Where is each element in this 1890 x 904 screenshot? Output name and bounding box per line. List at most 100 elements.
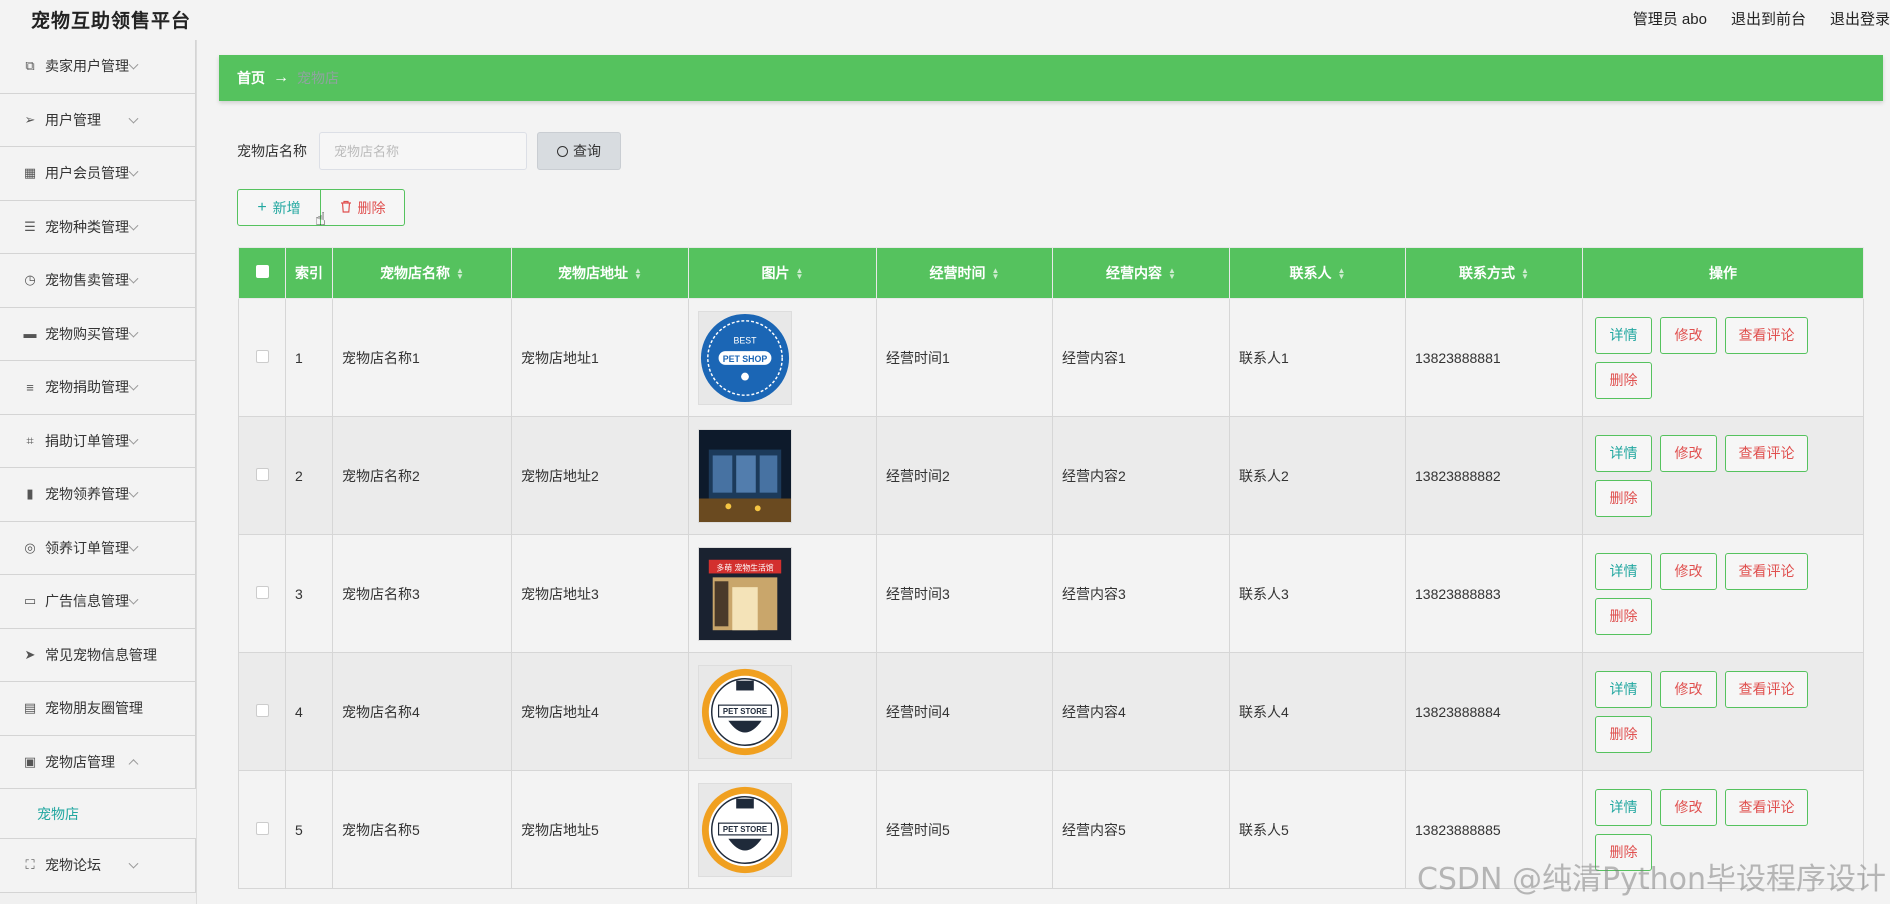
col-time[interactable]: 经营时间 ▲ ▼ [876,247,1053,299]
cell-address: 宠物店地址5 [511,770,689,889]
table-row: 1 宠物店名称1 宠物店地址1 PET SHOP BEST 经营时间1 经营内容1 联系人1 1… [238,298,1864,417]
search-button[interactable]: 查询 [537,132,621,170]
breadcrumb-home[interactable]: 首页 [237,68,265,88]
sidebar-item[interactable]: ➤ 常见宠物信息管理 [0,628,196,682]
cell-ops: 详情 修改 查看评论删除 [1582,534,1864,653]
shop-image[interactable]: 多萌 宠物生活馆 [698,546,876,641]
view-reviews-button[interactable]: 查看评论 [1725,670,1808,708]
sidebar-item[interactable]: ▬ 宠物购买管理 [0,307,196,361]
chevron-icon [128,327,139,338]
add-button[interactable]: + 新增 [237,189,321,226]
col-address-label: 宠物店地址 [558,265,629,281]
cell-phone: 13823888882 [1405,416,1583,535]
sidebar-item[interactable]: ⧉ 卖家用户管理 [0,40,196,94]
row-checkbox[interactable] [255,585,269,599]
sidebar-item[interactable]: ⌗ 捐助订单管理 [0,414,196,468]
sidebar-item[interactable]: ☰ 宠物种类管理 [0,200,196,254]
sort-icon[interactable]: ▲ ▼ [634,267,642,281]
row-checkbox[interactable] [255,349,269,363]
cell-index: 5 [285,770,333,889]
row-delete-button[interactable]: 删除 [1595,361,1652,399]
row-checkbox[interactable] [255,467,269,481]
shop-image[interactable] [698,428,876,523]
sort-icon[interactable]: ▲ ▼ [456,267,464,281]
detail-button[interactable]: 详情 [1595,788,1652,826]
row-checkbox-cell[interactable] [238,534,286,653]
col-phone[interactable]: 联系方式 ▲ ▼ [1405,247,1583,299]
row-delete-button[interactable]: 删除 [1595,479,1652,517]
cell-ops: 详情 修改 查看评论删除 [1582,652,1864,771]
shop-image[interactable]: PET SHOP BEST [698,310,876,405]
sort-icon[interactable]: ▲ ▼ [1338,267,1346,281]
svg-text:PET SHOP: PET SHOP [723,353,768,363]
sort-icon[interactable]: ▲ ▼ [1521,267,1529,281]
view-reviews-button[interactable]: 查看评论 [1725,788,1808,826]
sidebar-item-label: 宠物朋友圈管理 [45,700,143,717]
sidebar-item[interactable]: ▦ 用户会员管理 [0,147,196,201]
detail-button[interactable]: 详情 [1595,670,1652,708]
select-all-checkbox-cell[interactable] [238,247,286,299]
edit-button[interactable]: 修改 [1660,670,1717,708]
sidebar-item-label: 用户会员管理 [45,165,129,182]
edit-button[interactable]: 修改 [1660,788,1717,826]
edit-button[interactable]: 修改 [1660,552,1717,590]
sidebar-subitem-petshop[interactable]: 宠物店 [0,789,196,839]
cell-time: 经营时间3 [876,534,1053,653]
batch-delete-button[interactable]: 删除 [321,189,405,226]
select-all-checkbox[interactable] [255,265,269,278]
shop-image[interactable]: PET STORE [698,664,876,759]
cell-content: 经营内容3 [1052,534,1230,653]
sidebar-item[interactable]: ◷ 宠物售卖管理 [0,254,196,308]
sidebar-item[interactable]: ▭ 广告信息管理 [0,575,196,629]
sidebar-item[interactable]: ▮ 宠物领养管理 [0,468,196,522]
row-checkbox-cell[interactable] [238,770,286,889]
col-time-label: 经营时间 [929,265,986,281]
cell-contact: 联系人1 [1229,298,1406,417]
chevron-icon [128,434,139,445]
logout-link[interactable]: 退出登录 [1830,8,1890,29]
row-checkbox[interactable] [255,821,269,835]
batch-delete-label: 删除 [357,199,386,216]
sidebar-item[interactable]: ≡ 宠物捐助管理 [0,361,196,415]
edit-button[interactable]: 修改 [1660,316,1717,354]
col-address[interactable]: 宠物店地址 ▲ ▼ [511,247,689,299]
sort-icon[interactable]: ▲ ▼ [1168,267,1176,281]
col-image[interactable]: 图片 ▲ ▼ [688,247,877,299]
chevron-icon [128,594,139,605]
sidebar-item[interactable]: ▤ 宠物朋友圈管理 [0,682,196,736]
row-checkbox-cell[interactable] [238,652,286,771]
sidebar-item[interactable]: ◎ 领养订单管理 [0,521,196,575]
search-input[interactable] [319,132,527,170]
sidebar-item[interactable]: ➢ 用户管理 [0,93,196,147]
view-reviews-button[interactable]: 查看评论 [1725,316,1808,354]
shop-image[interactable]: PET STORE [698,782,876,877]
col-name[interactable]: 宠物店名称 ▲ ▼ [332,247,512,299]
sort-icon[interactable]: ▲ ▼ [796,267,804,281]
send-icon: ➢ [24,111,36,127]
row-checkbox-cell[interactable] [238,416,286,535]
sidebar-item[interactable]: ▣ 宠物店管理 [0,735,196,789]
col-contact[interactable]: 联系人 ▲ ▼ [1229,247,1406,299]
sidebar-item-label: 宠物售卖管理 [45,272,129,289]
cell-image: PET STORE [688,652,877,771]
col-content[interactable]: 经营内容 ▲ ▼ [1052,247,1230,299]
cell-time: 经营时间4 [876,652,1053,771]
cell-index: 3 [285,534,333,653]
sort-icon[interactable]: ▲ ▼ [992,267,1000,281]
detail-button[interactable]: 详情 [1595,316,1652,354]
view-reviews-button[interactable]: 查看评论 [1725,552,1808,590]
cell-image [688,416,877,535]
cell-address: 宠物店地址2 [511,416,689,535]
edit-button[interactable]: 修改 [1660,434,1717,472]
row-checkbox-cell[interactable] [238,298,286,417]
detail-button[interactable]: 详情 [1595,552,1652,590]
back-to-front-link[interactable]: 退出到前台 [1731,8,1806,29]
row-checkbox[interactable] [255,703,269,717]
compass-icon: ◎ [24,539,36,555]
detail-button[interactable]: 详情 [1595,434,1652,472]
chevron-icon [128,220,139,231]
sidebar-item[interactable]: ⛶ 宠物论坛 [0,839,196,893]
view-reviews-button[interactable]: 查看评论 [1725,434,1808,472]
row-delete-button[interactable]: 删除 [1595,597,1652,635]
row-delete-button[interactable]: 删除 [1595,715,1652,753]
